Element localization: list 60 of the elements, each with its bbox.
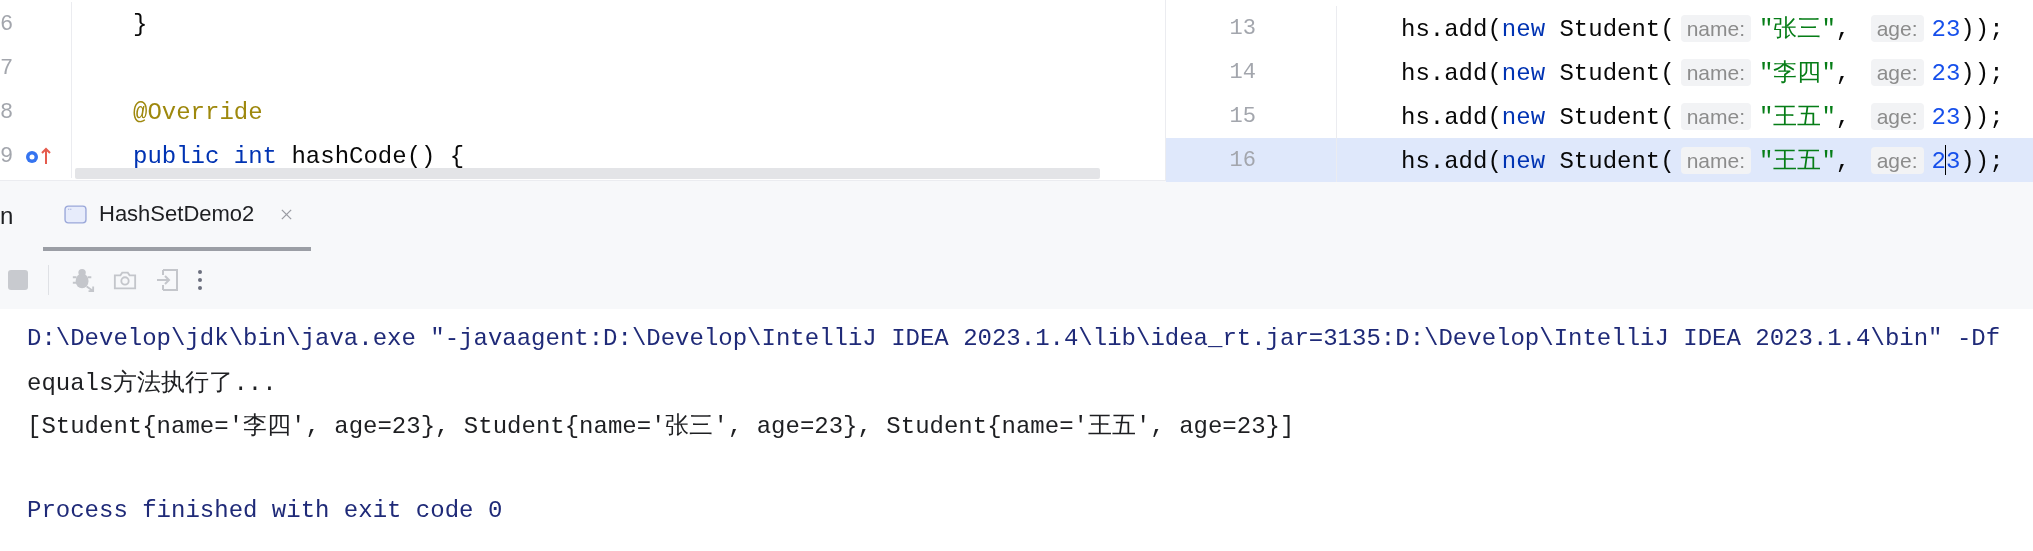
scrollbar[interactable] [75,168,1100,179]
window-icon [64,204,87,224]
line-number: 8 [0,99,15,125]
more-icon[interactable] [197,268,203,292]
keyword: new [1501,148,1546,175]
code-text: )); [1960,104,2004,131]
bug-icon[interactable] [71,268,95,292]
parameter-hint: name: [1680,147,1752,174]
parameter-hint: name: [1680,15,1752,42]
parameter-hint: age: [1870,15,1924,42]
parameter-hint: name: [1680,59,1752,86]
run-tab[interactable]: HashSetDemo2 [43,181,312,251]
code-text: hs.add( [1401,60,1502,87]
parameter-hint: age: [1870,147,1924,174]
code-text: , [1835,16,1852,43]
code-text: Student( [1558,16,1675,43]
line-number: 9 [0,143,15,169]
number-literal: 23 [1931,60,1961,87]
code-text: Student( [1558,104,1675,131]
line-number: 6 [0,11,15,37]
code-text: Student( [1558,148,1675,175]
console-output: [Student{name='李四', age=23}, Student{name='张三', age=23}, Student{name='王五', age=23}] [27,411,1295,441]
string-literal: "王五" [1759,148,1836,175]
code-text: Student( [1558,60,1675,87]
line-number: 7 [0,55,15,81]
keyword: new [1501,104,1546,131]
code-text: } [133,10,148,38]
console-command: D:\Develop\jdk\bin\java.exe "-javaagent:D:\Develop\IntelliJ IDEA 2023.1.4\lib\idea_rt.jar=3135:D:\Develop\IntelliJ IDEA 2023.1.4\bin" -Df [27,325,2001,352]
exit-message: Process finished with exit code 0 [27,497,503,524]
stop-icon[interactable] [6,268,30,292]
code-text: )); [1960,148,2004,175]
exit-icon[interactable] [155,268,179,292]
code-text: hs.add( [1401,16,1502,43]
line-number: 13 [1228,15,1256,41]
parameter-hint: age: [1870,103,1924,130]
line-number: 16 [1228,147,1256,173]
panel-title[interactable]: n [0,181,43,251]
line-number: 15 [1228,103,1256,129]
code-text: )); [1960,16,2004,43]
number-literal: 23 [1931,16,1961,43]
code-text: , [1835,104,1852,131]
parameter-hint: name: [1680,103,1752,130]
code-text: hs.add( [1401,104,1502,131]
code-text: , [1835,148,1852,175]
string-literal: "王五" [1759,104,1836,131]
code-text: hs.add( [1401,148,1502,175]
parameter-hint: age: [1870,59,1924,86]
string-literal: "张三" [1759,16,1836,43]
string-literal: "李四" [1759,60,1836,87]
code-text: )); [1960,60,2004,87]
close-icon[interactable] [280,207,294,221]
console-output: equals方法执行了... [27,368,277,398]
code-text: , [1835,60,1852,87]
number-literal: 23 [1931,104,1961,131]
line-number: 14 [1228,59,1256,85]
keyword: public int [133,142,278,170]
keyword: new [1501,60,1546,87]
code-text: hashCode() { [290,142,465,170]
keyword: new [1501,16,1546,43]
annotation: @Override [133,98,263,126]
